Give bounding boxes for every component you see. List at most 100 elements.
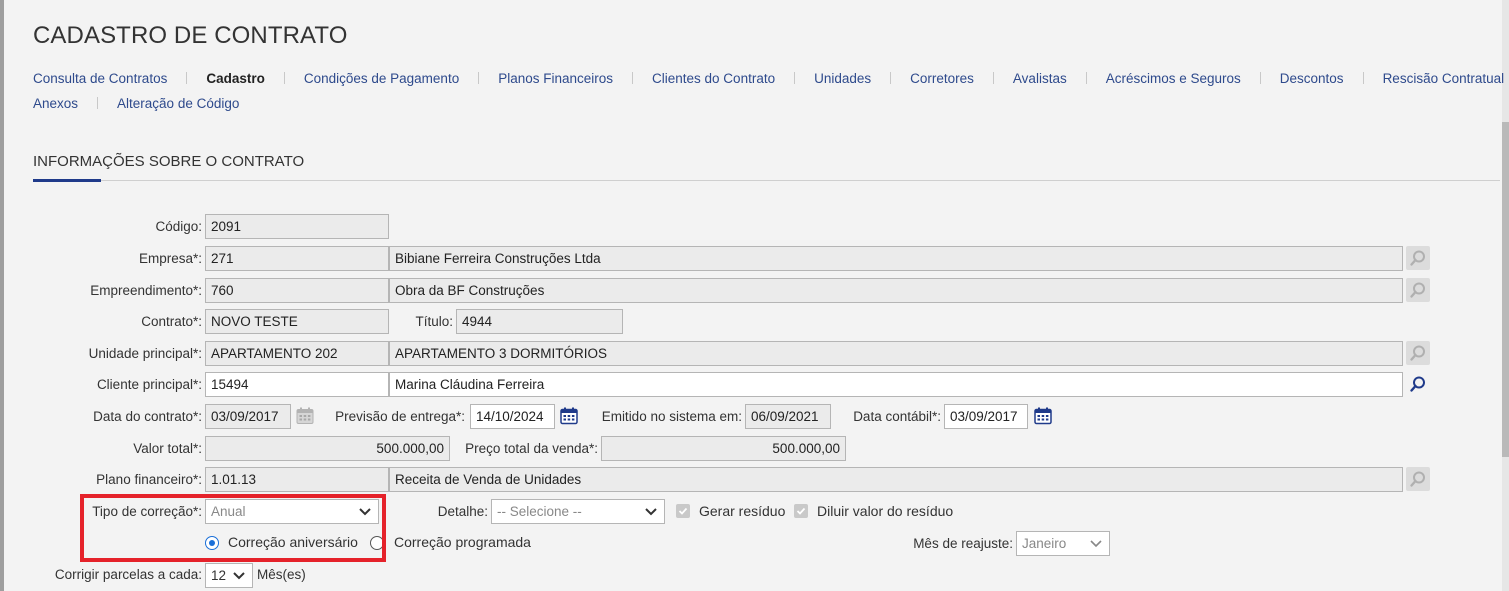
unidade-code-field: APARTAMENTO 202	[205, 341, 389, 366]
tab-divider	[632, 72, 634, 84]
chevron-down-icon	[644, 500, 658, 530]
tab-clientes-do-contrato[interactable]: Clientes do Contrato	[652, 66, 775, 91]
highlight-annotation-box	[80, 494, 386, 562]
tab-divider	[97, 97, 99, 109]
tab-unidades[interactable]: Unidades	[814, 66, 871, 91]
contrato-field: NOVO TESTE	[205, 309, 389, 334]
tab-descontos[interactable]: Descontos	[1280, 66, 1344, 91]
tab-divider	[794, 72, 796, 84]
tab-planos-financeiros[interactable]: Planos Financeiros	[498, 66, 613, 91]
mes-reajuste-label: Mês de reajuste:	[913, 536, 1013, 551]
corrigir-parcelas-label: Corrigir parcelas a cada:	[54, 567, 202, 582]
empresa-name-field: Bibiane Ferreira Construções Ltda	[389, 246, 1403, 271]
titulo-label: Título:	[415, 314, 453, 329]
search-icon	[1410, 345, 1425, 361]
emitido-label: Emitido no sistema em:	[601, 409, 742, 424]
calendar-icon	[296, 407, 314, 424]
page-title: CADASTRO DE CONTRATO	[33, 22, 348, 49]
search-icon	[1410, 471, 1425, 487]
search-icon	[1410, 282, 1425, 298]
check-icon	[796, 507, 806, 515]
tab-divider	[1259, 72, 1261, 84]
previsao-entrega-input[interactable]: 14/10/2024	[470, 404, 555, 429]
calendar-icon	[1034, 407, 1052, 425]
codigo-field: 2091	[205, 214, 389, 239]
data-contabil-label: Data contábil*:	[853, 409, 941, 424]
data-contrato-label: Data do contrato*:	[93, 409, 202, 424]
cliente-code-input[interactable]: 15494	[205, 372, 389, 397]
search-icon	[1410, 376, 1425, 392]
correcao-programada-label: Correção programada	[394, 534, 531, 550]
search-icon	[1410, 250, 1425, 266]
calendar-icon	[560, 407, 578, 425]
tab-corretores[interactable]: Corretores	[910, 66, 974, 91]
window-left-border	[0, 0, 4, 591]
tab-cadastro[interactable]: Cadastro	[206, 66, 265, 91]
tab-acrescimos-e-seguros[interactable]: Acréscimos e Seguros	[1106, 66, 1241, 91]
data-contrato-calendar-button	[293, 404, 317, 428]
emitido-field: 06/09/2021	[745, 404, 831, 429]
empreendimento-label: Empreendimento*:	[90, 283, 202, 298]
section-title: INFORMAÇÕES SOBRE O CONTRATO	[33, 153, 305, 170]
unidade-name-field: APARTAMENTO 3 DORMITÓRIOS	[389, 341, 1403, 366]
plano-lookup-button[interactable]	[1406, 467, 1430, 491]
tab-divider	[186, 72, 188, 84]
titulo-field: 4944	[456, 309, 623, 334]
tab-alteracao-de-codigo[interactable]: Alteração de Código	[117, 91, 239, 116]
detalhe-value: -- Selecione --	[497, 504, 582, 519]
corrigir-parcelas-unit: Mês(es)	[257, 567, 306, 582]
cliente-lookup-button[interactable]	[1406, 372, 1430, 396]
valor-total-label: Valor total*:	[133, 441, 202, 456]
check-icon	[678, 507, 688, 515]
unidade-label: Unidade principal*:	[88, 346, 202, 361]
detalhe-select[interactable]: -- Selecione --	[491, 499, 665, 524]
corrigir-parcelas-select[interactable]: 12	[205, 563, 253, 588]
section-divider	[33, 180, 1500, 181]
corrigir-parcelas-value: 12	[211, 568, 227, 583]
contrato-label: Contrato*:	[141, 314, 202, 329]
data-contabil-input[interactable]: 03/09/2017	[944, 404, 1028, 429]
data-contrato-field: 03/09/2017	[205, 404, 291, 429]
cliente-label: Cliente principal*:	[96, 377, 202, 392]
tab-divider	[1085, 72, 1087, 84]
empreendimento-code-field: 760	[205, 278, 389, 303]
previsao-entrega-label: Previsão de entrega*:	[335, 409, 465, 424]
codigo-label: Código:	[155, 219, 202, 234]
scrollbar-thumb[interactable]	[1502, 122, 1509, 457]
plano-code-field: 1.01.13	[205, 467, 389, 492]
preco-total-label: Preço total da venda*:	[465, 441, 598, 456]
tab-bar: Consulta de Contratos Cadastro Condições d…	[33, 66, 1509, 116]
preco-total-field: 500.000,00	[601, 436, 846, 461]
gerar-residuo-label: Gerar resíduo	[699, 503, 786, 519]
tab-consulta-de-contratos[interactable]: Consulta de Contratos	[33, 66, 167, 91]
tab-divider	[992, 72, 994, 84]
mes-reajuste-value: Janeiro	[1022, 536, 1067, 551]
empresa-code-field: 271	[205, 246, 389, 271]
chevron-down-icon	[1089, 532, 1103, 562]
tab-rescisao-contratual[interactable]: Rescisão Contratual	[1383, 66, 1505, 91]
detalhe-label: Detalhe:	[437, 504, 488, 519]
previsao-entrega-calendar-button[interactable]	[557, 404, 581, 428]
tab-avalistas[interactable]: Avalistas	[1013, 66, 1067, 91]
tab-anexos[interactable]: Anexos	[33, 91, 78, 116]
unidade-lookup-button[interactable]	[1406, 341, 1430, 365]
plano-label: Plano financeiro*:	[96, 472, 202, 487]
empreendimento-lookup-button[interactable]	[1406, 278, 1430, 302]
empresa-label: Empresa*:	[138, 251, 202, 266]
gerar-residuo-checkbox[interactable]	[676, 504, 690, 518]
chevron-down-icon	[232, 564, 246, 591]
plano-name-field: Receita de Venda de Unidades	[389, 467, 1403, 492]
valor-total-field: 500.000,00	[205, 436, 450, 461]
tab-condicoes-de-pagamento[interactable]: Condições de Pagamento	[304, 66, 459, 91]
mes-reajuste-select[interactable]: Janeiro	[1016, 531, 1110, 556]
cliente-name-input[interactable]: Marina Cláudina Ferreira	[389, 372, 1403, 397]
tab-divider	[283, 72, 285, 84]
tab-divider	[890, 72, 892, 84]
diluir-residuo-checkbox[interactable]	[794, 504, 808, 518]
empresa-lookup-button[interactable]	[1406, 246, 1430, 270]
empreendimento-name-field: Obra da BF Construções	[389, 278, 1403, 303]
tab-divider	[478, 72, 480, 84]
tab-divider	[1362, 72, 1364, 84]
data-contabil-calendar-button[interactable]	[1031, 404, 1055, 428]
diluir-residuo-label: Diluir valor do resíduo	[817, 503, 954, 519]
